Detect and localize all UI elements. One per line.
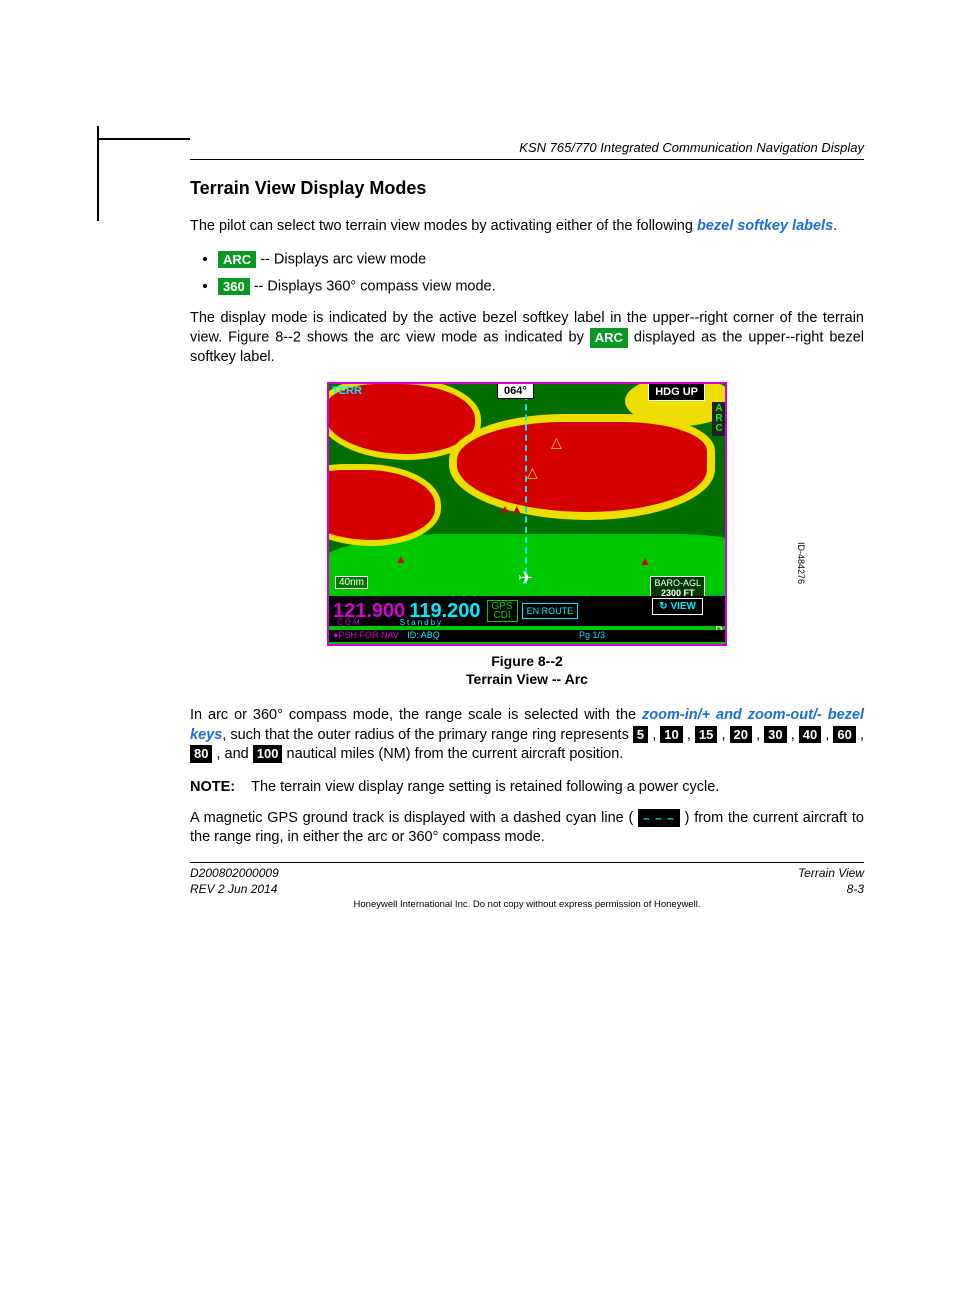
para3a: In arc or 360° compass mode, the range s…: [190, 707, 642, 723]
cdi-label: CDI: [492, 611, 513, 620]
running-header: KSN 765/770 Integrated Communication Nav…: [190, 140, 864, 160]
page-footer: D200802000009 REV 2 Jun 2014 Terrain Vie…: [190, 866, 864, 897]
range-readout: 40nm: [335, 576, 368, 589]
range-5: 5: [633, 726, 648, 744]
freq-sublabels: COM Standby: [337, 618, 443, 627]
note-label: NOTE:: [190, 779, 235, 795]
arc-inline-pill: ARC: [590, 328, 628, 348]
cyan-dash-icon: – – –: [638, 809, 680, 827]
intro-paragraph: The pilot can select two terrain view mo…: [190, 217, 864, 237]
view-button: ↻ VIEW: [652, 598, 703, 615]
arc-softkey-pill: ARC: [218, 251, 256, 268]
obstacle-icon: ▲: [395, 552, 407, 566]
intro-text-a: The pilot can select two terrain view mo…: [190, 218, 697, 234]
para4a: A magnetic GPS ground track is displayed…: [190, 810, 638, 826]
com-label: COM: [337, 618, 362, 627]
para3c: nautical miles (NM) from the current air…: [282, 746, 623, 762]
figure-caption: Figure 8--2 Terrain View -- Arc: [190, 652, 864, 688]
doc-number: D200802000009: [190, 866, 279, 882]
range-60: 60: [833, 726, 855, 744]
range-40: 40: [799, 726, 821, 744]
section-name: Terrain View: [798, 866, 864, 882]
hdg-up-label: HDG UP: [648, 383, 705, 401]
revision: REV 2 Jun 2014: [190, 882, 279, 898]
arc-desc: -- Displays arc view mode: [256, 251, 426, 267]
enroute-annunciator: EN ROUTE: [522, 603, 579, 619]
range-80: 80: [190, 745, 212, 763]
figure-id-tag: ID-484276: [796, 542, 806, 584]
standby-label: Standby: [400, 618, 443, 627]
range-100: 100: [253, 745, 283, 763]
id-readout: ID: ABQ: [407, 630, 440, 640]
mode-indicator-paragraph: The display mode is indicated by the act…: [190, 309, 864, 368]
baro-label: BARO-AGL: [654, 578, 701, 588]
caption-line2: Terrain View -- Arc: [190, 670, 864, 688]
copyright-notice: Honeywell International Inc. Do not copy…: [190, 899, 864, 910]
waypoint-icon: △: [527, 464, 538, 481]
360-softkey-pill: 360: [218, 278, 250, 295]
page-content: KSN 765/770 Integrated Communication Nav…: [190, 60, 864, 1220]
intro-text-b: .: [833, 218, 837, 234]
section-heading: Terrain View Display Modes: [190, 178, 864, 199]
push-for-nav: ●PSH FOR NAV: [333, 630, 399, 640]
range-10: 10: [660, 726, 682, 744]
note-block: NOTE: The terrain view display range set…: [190, 779, 864, 795]
status-line: ●PSH FOR NAV ID: ABQ Pg 1/3: [329, 630, 725, 642]
bezel-softkey-link: bezel softkey labels: [697, 218, 833, 234]
note-text: The terrain view display range setting i…: [251, 779, 719, 795]
ground-track-line: [525, 394, 527, 584]
range-30: 30: [764, 726, 786, 744]
range-15: 15: [695, 726, 717, 744]
caption-line1: Figure 8--2: [190, 652, 864, 670]
page-number: 8-3: [798, 882, 864, 898]
gps-cdi-box: GPS CDI: [487, 600, 518, 622]
aircraft-icon: ✈: [518, 568, 533, 589]
terr-label: TERR: [332, 385, 362, 397]
360-desc: -- Displays 360° compass view mode.: [250, 278, 496, 294]
list-item-arc: ARC -- Displays arc view mode: [218, 251, 864, 268]
range-20: 20: [730, 726, 752, 744]
softkey-list: ARC -- Displays arc view mode 360 -- Dis…: [190, 251, 864, 295]
page-indicator: Pg 1/3: [579, 630, 605, 640]
track-line-paragraph: A magnetic GPS ground track is displayed…: [190, 809, 864, 848]
arc-mode-indicator: A R C: [712, 402, 726, 436]
range-paragraph: In arc or 360° compass mode, the range s…: [190, 706, 864, 765]
heading-readout: 064°: [497, 383, 534, 399]
waypoint-icon: △: [551, 434, 562, 451]
obstacle-icon: ▲: [639, 554, 651, 568]
para3b: , such that the outer radius of the prim…: [222, 727, 633, 743]
terrain-view-figure: ✈ △ △ ▲ ▲ ▲▲ TERR 064° HDG UP A R C L G …: [327, 382, 727, 646]
obstacle-icon: ▲▲: [499, 502, 523, 516]
corner-rule: [98, 138, 190, 140]
list-item-360: 360 -- Displays 360° compass view mode.: [218, 278, 864, 295]
